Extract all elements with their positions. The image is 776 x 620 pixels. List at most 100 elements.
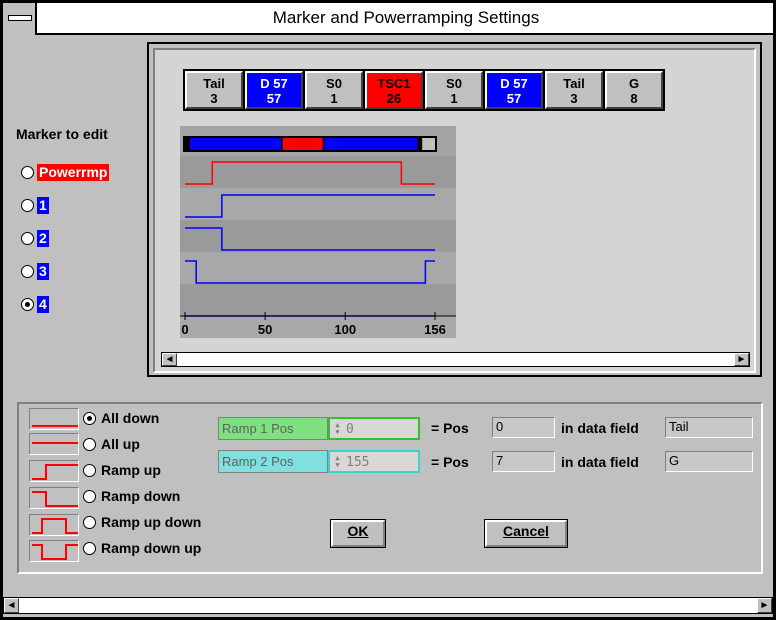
cancel-button-label: Cancel — [503, 523, 549, 539]
mode-label: All down — [101, 410, 160, 426]
window-scroll-right-button[interactable]: ► — [757, 598, 772, 613]
data-field-value: 3 — [210, 91, 218, 106]
scope-plot: 0 50 100 156 — [180, 136, 456, 348]
scope-bar-segment — [282, 138, 323, 150]
preview-scrollbar[interactable]: ◄ ► — [161, 352, 750, 367]
cancel-button[interactable]: Cancel — [484, 519, 568, 548]
data-field-value: 8 — [630, 91, 638, 106]
data-field-value: 1 — [450, 91, 458, 106]
data-field-value: 57 — [506, 91, 522, 106]
ramp2-label: Ramp 2 Pos — [218, 450, 328, 473]
mode-label: Ramp up down — [101, 514, 202, 530]
mode-radio[interactable] — [83, 541, 96, 555]
ramp2-pos-value: 7 — [492, 451, 555, 472]
data-fields-strip: Tail 3 D 57 57 S0 1 TSC1 26 S0 1 D 57 57 Tail 3 G 8 — [183, 69, 665, 111]
marker-label: 4 — [37, 295, 49, 313]
ramp1-spin-arrows[interactable]: ▲ ▼ — [333, 422, 342, 437]
ramp1-pos-label: = Pos — [431, 420, 469, 436]
scope-tick-label: 50 — [258, 322, 272, 337]
ramp2-spin-arrows[interactable]: ▲ ▼ — [333, 455, 342, 470]
scope-bar-segment — [417, 138, 423, 150]
marker-label: 2 — [37, 229, 49, 247]
scope-bar-segment — [422, 138, 435, 150]
scope-bar-segment — [322, 138, 325, 150]
scope-band — [180, 316, 456, 348]
ok-button-label: OK — [347, 523, 369, 539]
marker-option-4[interactable]: 4 — [21, 295, 49, 313]
scope-tick-label: 100 — [334, 322, 356, 337]
data-field-7[interactable]: G8 — [605, 71, 663, 109]
ramp-settings-group: All down All up Ramp up Ramp down Ramp up do… — [17, 402, 763, 574]
window-scroll-left-button[interactable]: ◄ — [4, 598, 19, 613]
scroll-right-button[interactable]: ► — [734, 353, 749, 366]
marker-radio[interactable] — [21, 231, 34, 245]
ramp1-input[interactable]: ▲ ▼ 0 — [328, 417, 420, 440]
ramp2-field-label: in data field — [561, 454, 639, 470]
scope-bar-segment — [324, 138, 418, 150]
scope-band — [180, 284, 456, 316]
mode-option-5[interactable]: Ramp down up — [83, 540, 201, 556]
marker-option-0[interactable]: Powerrmp — [21, 163, 110, 181]
mode-option-3[interactable]: Ramp down — [83, 488, 180, 504]
marker-radio[interactable] — [21, 198, 34, 212]
marker-scope: 0 50 100 156 — [180, 126, 456, 348]
data-field-value: 3 — [570, 91, 578, 106]
data-field-2[interactable]: S0 1 — [305, 71, 363, 109]
marker-option-1[interactable]: 1 — [21, 196, 49, 214]
mode-radio[interactable] — [83, 437, 96, 451]
scope-band — [180, 156, 456, 188]
ramp1-label: Ramp 1 Pos — [218, 417, 328, 440]
ok-button[interactable]: OK — [330, 519, 386, 548]
mode-radio[interactable] — [83, 515, 96, 529]
mode-label: All up — [101, 436, 140, 452]
mode-option-4[interactable]: Ramp up down — [83, 514, 201, 530]
mode-option-1[interactable]: All up — [83, 436, 140, 452]
data-field-name: Tail — [563, 76, 585, 91]
marker-option-2[interactable]: 2 — [21, 229, 49, 247]
data-field-6[interactable]: Tail 3 — [545, 71, 603, 109]
ramp1-field-label: in data field — [561, 420, 639, 436]
ramp2-field-value: G — [665, 451, 753, 472]
mode-option-0[interactable]: All down — [83, 410, 159, 426]
system-menu-icon — [8, 15, 32, 21]
data-field-name: TSC1 — [377, 76, 411, 91]
mode-waveform-icon — [29, 487, 79, 509]
mode-waveform-icon — [29, 514, 79, 536]
mode-label: Ramp down — [101, 488, 181, 504]
system-menu-button[interactable] — [3, 3, 37, 35]
data-field-name: G — [628, 76, 640, 91]
ramp2-input[interactable]: ▲ ▼ 155 — [328, 450, 420, 473]
marker-label: Powerrmp — [37, 163, 110, 181]
mode-waveform-icon — [29, 540, 79, 562]
mode-radio[interactable] — [83, 411, 96, 425]
scope-tick-label: 0 — [181, 322, 188, 337]
data-field-3[interactable]: TSC1 26 — [365, 71, 423, 109]
data-field-name: D 57 — [500, 76, 528, 91]
data-field-name: D 57 — [260, 76, 288, 91]
data-field-5[interactable]: D 57 57 — [485, 71, 543, 109]
scope-band — [180, 252, 456, 284]
mode-waveform-icon — [29, 433, 79, 455]
data-field-name: S0 — [446, 76, 462, 91]
data-field-name: S0 — [326, 76, 342, 91]
ramp1-pos-value: 0 — [492, 417, 555, 438]
radio-selected-dot — [25, 301, 30, 307]
data-field-1[interactable]: D 57 57 — [245, 71, 303, 109]
marker-radio[interactable] — [21, 264, 34, 278]
data-field-value: 26 — [386, 91, 402, 106]
data-field-0[interactable]: Tail 3 — [185, 71, 243, 109]
ramp1-value: 0 — [346, 422, 354, 437]
scope-bar-segment — [185, 138, 190, 150]
marker-radio[interactable] — [21, 165, 34, 179]
mode-option-2[interactable]: Ramp up — [83, 462, 161, 478]
window-scrollbar[interactable]: ◄ ► — [3, 597, 773, 614]
preview-panel: Tail 3 D 57 57 S0 1 TSC1 26 S0 1 D 57 57 Tail 3 G 8 0 50… — [147, 42, 762, 377]
scope-bar-segment — [189, 138, 282, 150]
scroll-left-button[interactable]: ◄ — [162, 353, 177, 366]
mode-radio[interactable] — [83, 489, 96, 503]
marker-radio[interactable] — [21, 297, 34, 311]
data-field-4[interactable]: S0 1 — [425, 71, 483, 109]
mode-radio[interactable] — [83, 463, 96, 477]
marker-option-3[interactable]: 3 — [21, 262, 49, 280]
window-title: Marker and Powerramping Settings — [272, 8, 540, 27]
